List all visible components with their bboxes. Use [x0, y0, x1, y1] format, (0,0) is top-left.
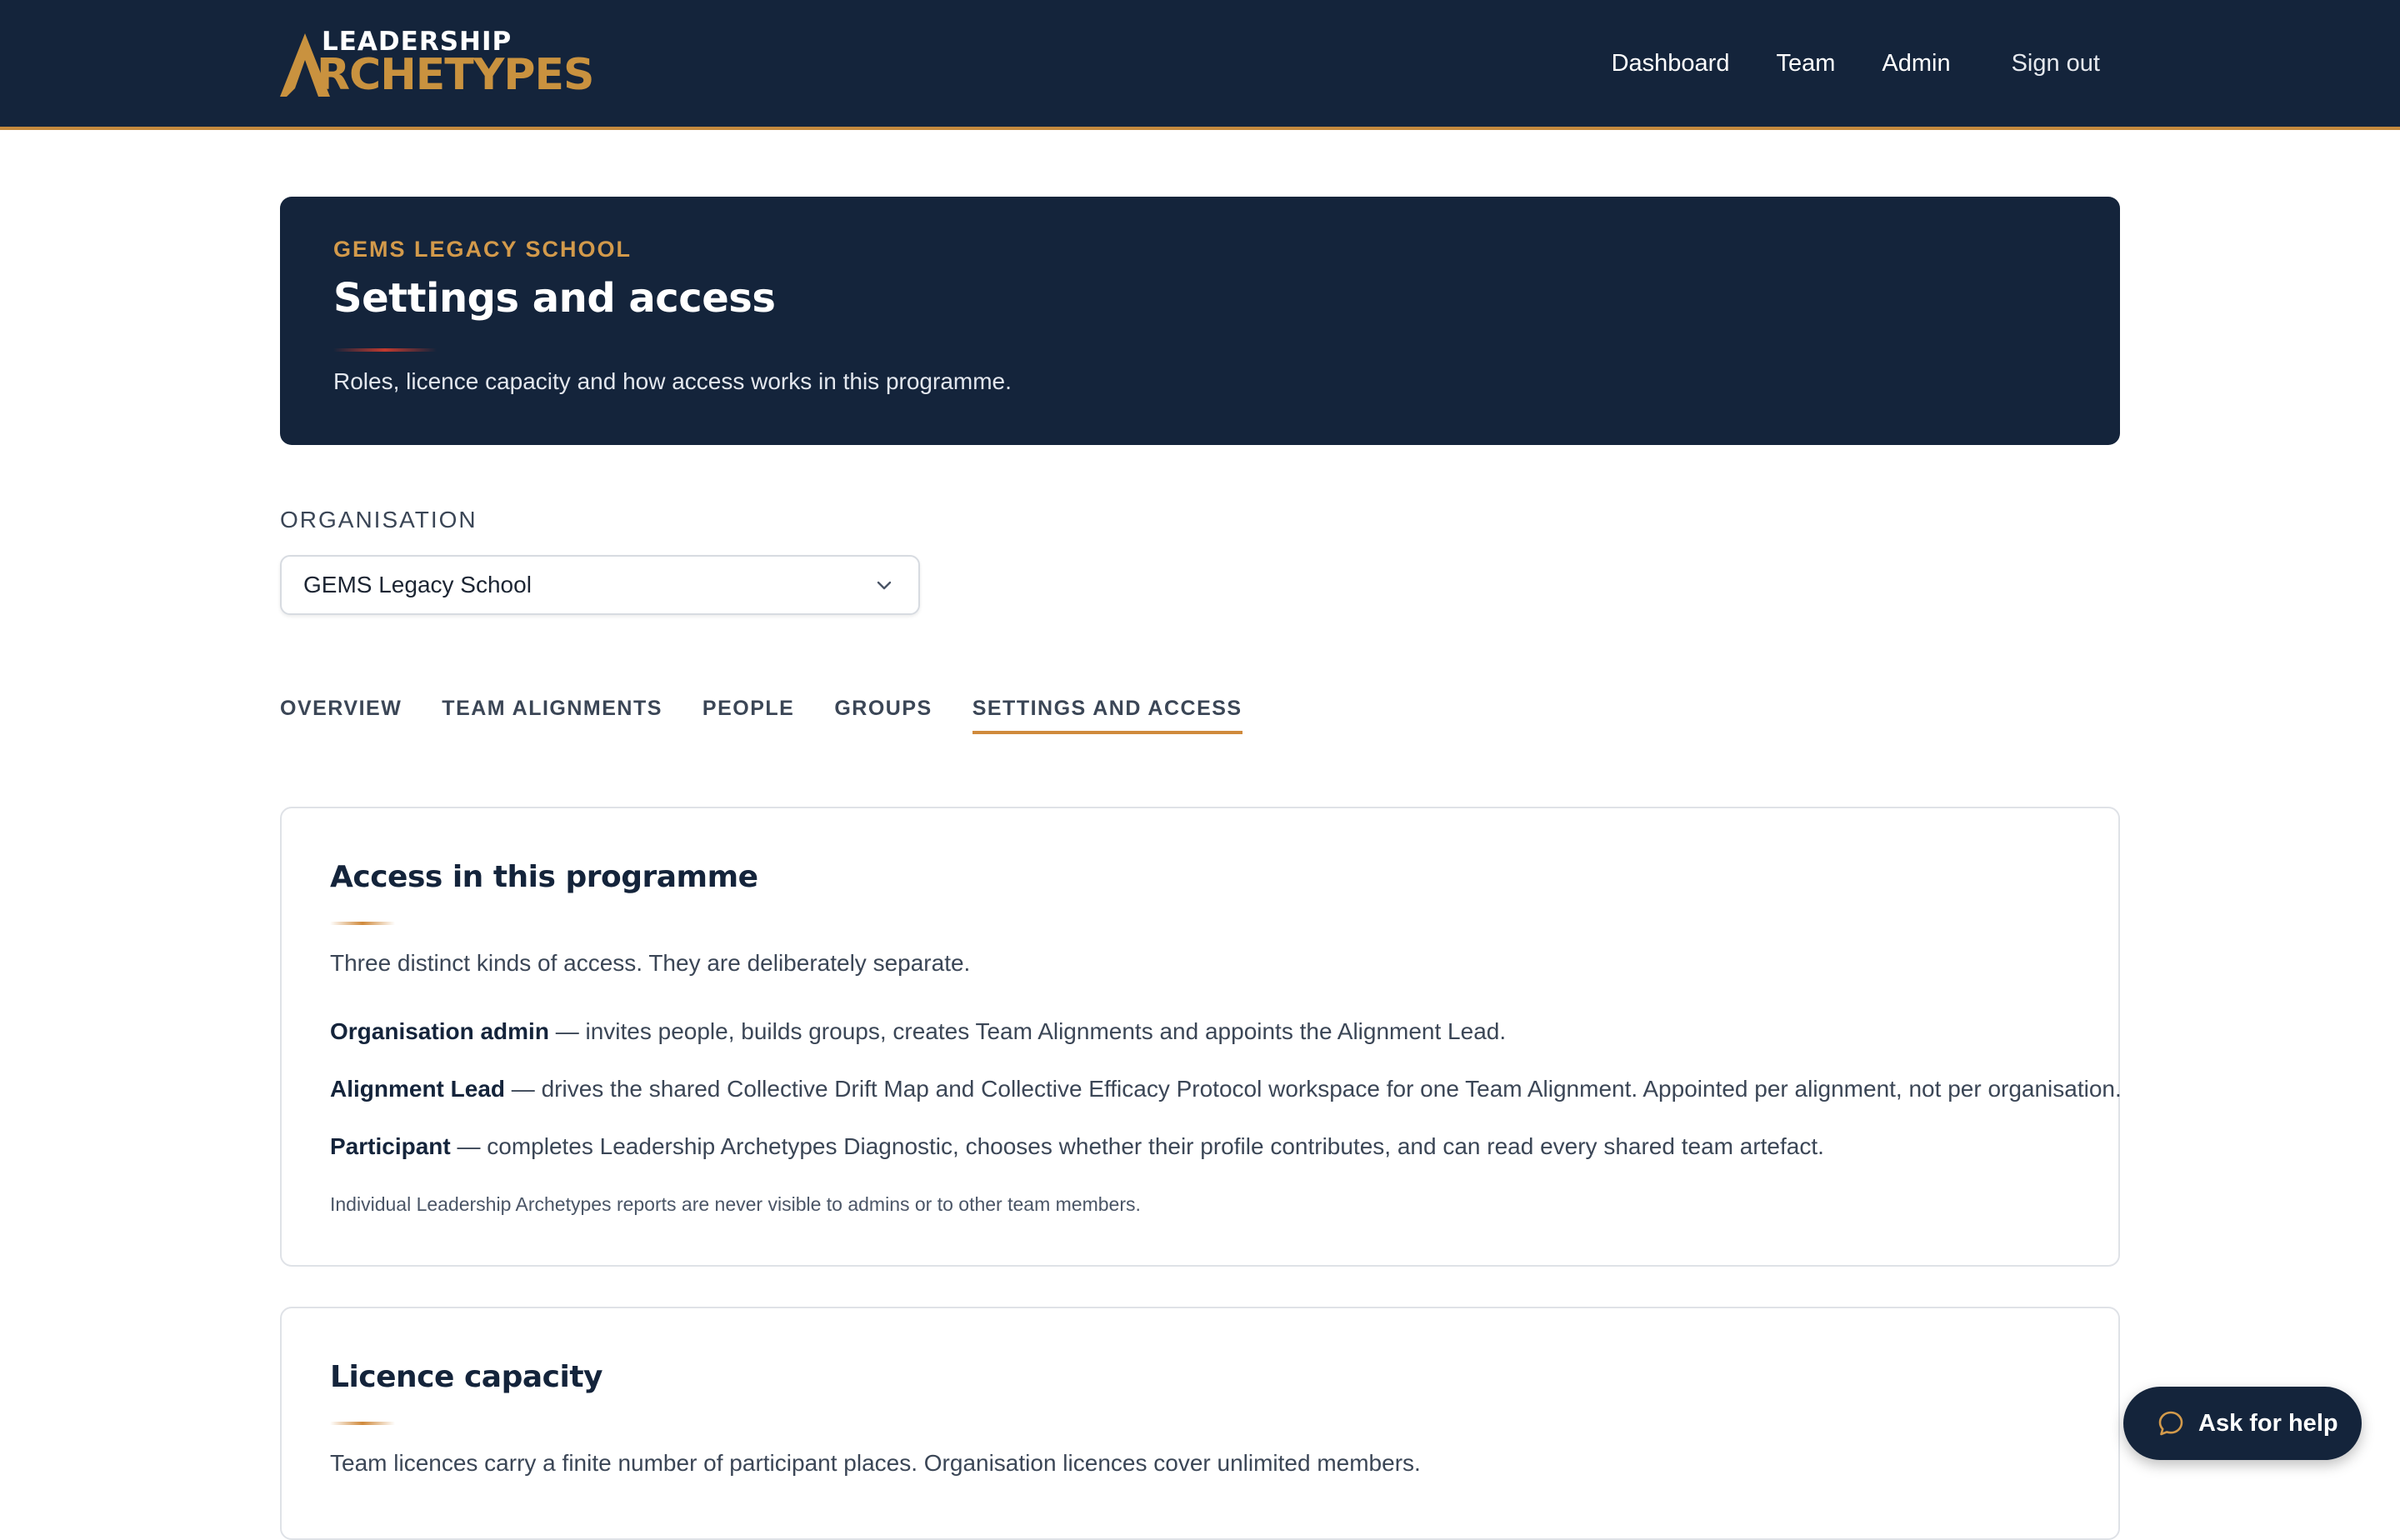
role-name: Participant: [330, 1133, 451, 1159]
leadership-archetypes-logo[interactable]: LEADERSHIP RCHETYPES: [280, 25, 594, 100]
nav-dashboard-link[interactable]: Dashboard: [1612, 50, 1730, 78]
ask-for-help-button[interactable]: Ask for help: [2123, 1387, 2362, 1460]
tab-overview[interactable]: OVERVIEW: [280, 697, 402, 731]
page-hero: GEMS LEGACY SCHOOL Settings and access R…: [280, 197, 2120, 445]
role-description: — invites people, builds groups, creates…: [548, 1018, 1507, 1044]
sign-out-link[interactable]: Sign out: [2012, 50, 2100, 78]
organisation-eyebrow: GEMS LEGACY SCHOOL: [333, 237, 632, 262]
title-accent-line: [333, 348, 437, 352]
organisation-selected-value: GEMS Legacy School: [303, 572, 532, 598]
access-card-intro: Three distinct kinds of access. They are…: [330, 950, 971, 976]
role-description: — completes Leadership Archetypes Diagno…: [450, 1133, 1824, 1159]
organisation-label: ORGANISATION: [280, 507, 478, 532]
role-description: — drives the shared Collective Drift Map…: [505, 1076, 2122, 1102]
licence-card-accent-line: [330, 1422, 395, 1425]
page-subtitle: Roles, licence capacity and how access w…: [333, 368, 1012, 394]
tab-groups[interactable]: GROUPS: [834, 697, 932, 731]
role-name: Organisation admin: [330, 1018, 549, 1044]
page-title: Settings and access: [333, 275, 776, 322]
role-alignment-lead: Alignment Lead — drives the shared Colle…: [330, 1076, 2122, 1102]
access-card-title: Access in this programme: [330, 860, 758, 894]
tab-people[interactable]: PEOPLE: [702, 697, 794, 731]
access-card: Access in this programme Three distinct …: [280, 807, 2122, 1267]
organisation-select[interactable]: GEMS Legacy School: [280, 555, 920, 615]
licence-card-intro: Team licences carry a finite number of p…: [330, 1450, 1421, 1476]
role-name: Alignment Lead: [330, 1076, 506, 1102]
tab-settings-and-access[interactable]: SETTINGS AND ACCESS: [972, 697, 1242, 734]
logo-line-archetypes: RCHETYPES: [317, 50, 594, 100]
licence-card-title: Licence capacity: [330, 1360, 603, 1394]
main-nav: Dashboard Team Admin Sign out: [1565, 47, 2100, 80]
nav-admin-link[interactable]: Admin: [1882, 50, 1950, 78]
role-participant: Participant — completes Leadership Arche…: [330, 1133, 1824, 1160]
access-card-accent-line: [330, 922, 395, 925]
top-navigation-bar: LEADERSHIP RCHETYPES Dashboard Team Admi…: [0, 0, 2400, 130]
section-tabs: OVERVIEW TEAM ALIGNMENTS PEOPLE GROUPS S…: [280, 697, 1282, 740]
privacy-note: Individual Leadership Archetypes reports…: [330, 1193, 1141, 1215]
role-organisation-admin: Organisation admin — invites people, bui…: [330, 1018, 1506, 1045]
chevron-down-icon: [877, 581, 892, 590]
licence-card: Licence capacity Team licences carry a f…: [280, 1307, 2120, 1540]
nav-team-link[interactable]: Team: [1776, 50, 1835, 78]
tab-team-alignments[interactable]: TEAM ALIGNMENTS: [442, 697, 662, 731]
ask-for-help-label: Ask for help: [2198, 1409, 2338, 1437]
chat-bubble-icon: [2158, 1411, 2183, 1436]
